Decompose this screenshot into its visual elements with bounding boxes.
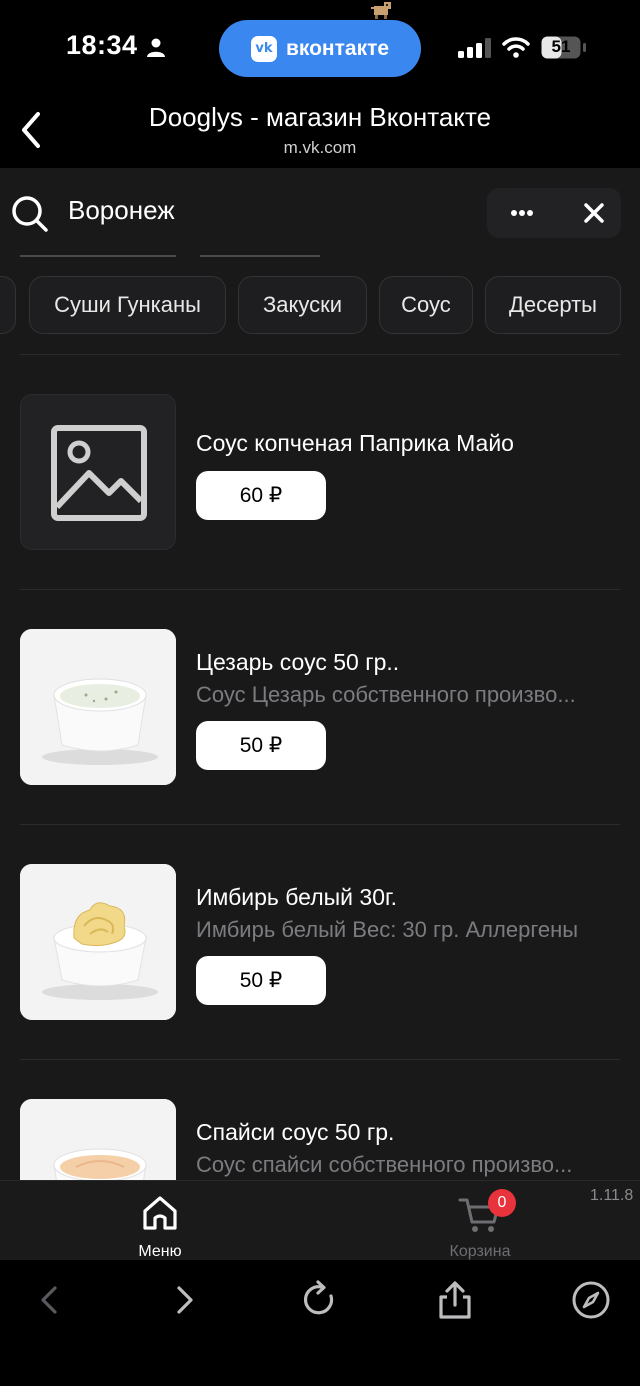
price-button[interactable]: 50 ₽ — [196, 956, 326, 1005]
page-title: Dooglys - магазин Вконтакте — [148, 102, 492, 132]
price-button[interactable]: 60 ₽ — [196, 471, 326, 520]
status-bar: 18:34 vk вконтакте 51 — [0, 0, 640, 96]
product-card[interactable]: Имбирь белый 30г. Имбирь белый Вес: 30 г… — [0, 864, 640, 1022]
product-image — [20, 394, 176, 550]
nav-cart-label: Корзина — [449, 1243, 511, 1260]
person-icon — [147, 38, 165, 57]
placeholder-image-icon — [51, 425, 147, 521]
product-name: Соус копченая Паприка Майо — [196, 430, 514, 456]
tab-underline — [200, 255, 320, 257]
dog-sprite-icon — [371, 2, 391, 19]
vk-app-label: вконтакте — [285, 36, 390, 60]
shop-content: Воронеж Суши Гунканы Закуски Соус Десерт… — [0, 168, 640, 1180]
app-version: 1.11.8 — [590, 1187, 634, 1204]
category-chip-desserts[interactable]: Десерты — [485, 276, 621, 334]
nav-menu-button[interactable]: Меню — [110, 1189, 210, 1260]
product-image — [20, 864, 176, 1020]
cart-count-badge: 0 — [488, 1189, 516, 1217]
browser-toolbar — [0, 1260, 640, 1386]
wifi-icon — [502, 37, 530, 58]
browser-forward-icon[interactable] — [164, 1280, 204, 1320]
ginger-photo — [20, 864, 176, 1020]
close-icon[interactable] — [578, 198, 610, 228]
search-icon[interactable] — [10, 194, 50, 234]
page-url: m.vk.com — [283, 138, 357, 157]
product-name: Спайси соус 50 гр. — [196, 1119, 395, 1145]
product-description: Соус Цезарь собственного произво... — [196, 682, 576, 707]
compass-icon[interactable] — [571, 1280, 611, 1320]
battery-icon: 51 — [541, 36, 587, 59]
share-icon[interactable] — [435, 1280, 475, 1320]
browser-header: Dooglys - магазин Вконтакте m.vk.com — [0, 96, 640, 168]
caesar-sauce-photo — [20, 629, 176, 785]
cellular-signal-icon — [458, 38, 491, 58]
spicy-sauce-photo — [20, 1099, 176, 1180]
home-icon — [143, 1196, 177, 1230]
nav-cart-button[interactable]: 0 Корзина — [430, 1189, 530, 1260]
product-card[interactable]: Спайси соус 50 гр. Соус спайси собственн… — [0, 1099, 640, 1180]
product-card[interactable]: Соус копченая Паприка Майо 60 ₽ — [0, 394, 640, 552]
category-chip-snacks[interactable]: Закуски — [238, 276, 367, 334]
product-image — [20, 1099, 176, 1180]
category-chip-sushi-gunkany[interactable]: Суши Гунканы — [29, 276, 226, 334]
product-description: Имбирь белый Вес: 30 гр. Аллергены — [196, 917, 579, 942]
product-image — [20, 629, 176, 785]
price-button[interactable]: 50 ₽ — [196, 721, 326, 770]
battery-level: 51 — [551, 37, 571, 56]
divider — [20, 1059, 620, 1060]
bottom-navigation: Меню 0 Корзина 1.11.8 — [0, 1180, 640, 1260]
divider — [20, 589, 620, 590]
vk-app-pill[interactable]: vk вконтакте — [219, 20, 421, 77]
category-chips: Суши Гунканы Закуски Соус Десерты — [0, 276, 640, 334]
browser-back-icon[interactable] — [30, 1280, 70, 1320]
tab-underline — [20, 255, 176, 257]
product-name: Цезарь соус 50 гр.. — [196, 649, 400, 675]
product-card[interactable]: Цезарь соус 50 гр.. Соус Цезарь собствен… — [0, 629, 640, 787]
product-name: Имбирь белый 30г. — [196, 884, 397, 910]
product-description: Соус спайси собственного произво... — [196, 1152, 573, 1177]
category-chip-sauce[interactable]: Соус — [379, 276, 473, 334]
divider — [20, 824, 620, 825]
nav-menu-label: Меню — [138, 1243, 182, 1260]
reload-icon[interactable] — [300, 1280, 340, 1320]
more-options-icon[interactable] — [505, 198, 539, 228]
vk-logo-icon: vk — [250, 35, 277, 62]
city-selector[interactable]: Воронеж — [68, 195, 175, 226]
status-time: 18:34 — [66, 30, 138, 60]
divider — [20, 354, 620, 355]
category-chip-partial[interactable] — [0, 276, 16, 334]
